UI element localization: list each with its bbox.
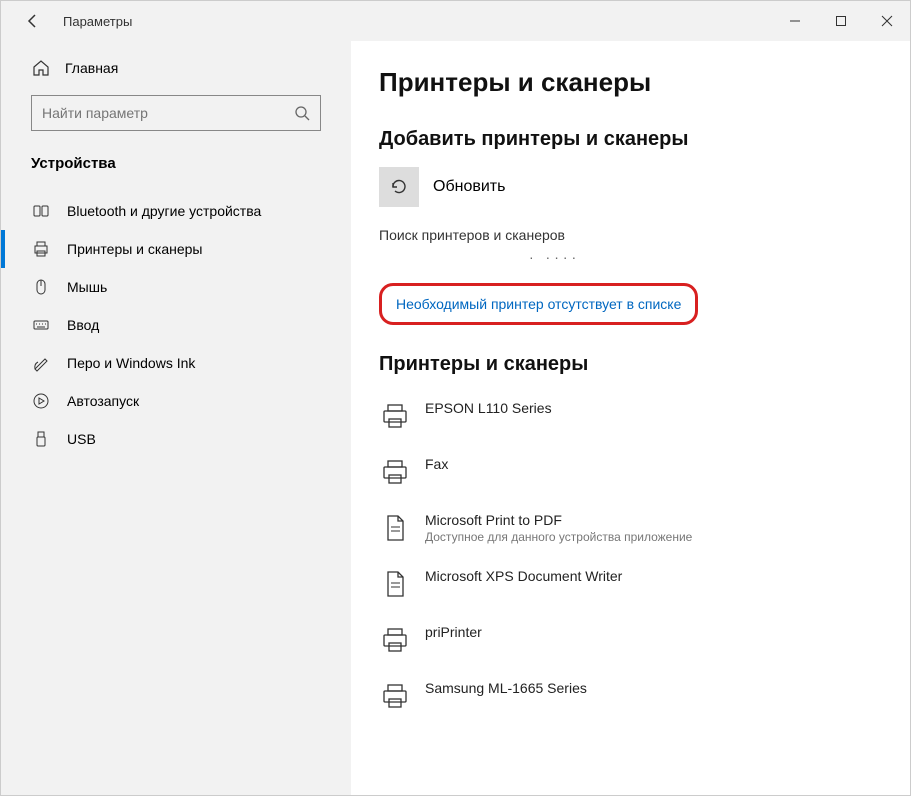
sidebar-item-printers[interactable]: Принтеры и сканеры (31, 230, 321, 268)
add-section-title: Добавить принтеры и сканеры (379, 128, 910, 151)
search-input[interactable] (42, 105, 294, 121)
refresh-button[interactable] (379, 167, 419, 207)
printer-item[interactable]: priPrinter (379, 616, 910, 672)
document-icon (379, 568, 411, 600)
sidebar-item-usb[interactable]: USB (31, 420, 321, 458)
pen-icon (31, 354, 51, 372)
page-title: Принтеры и сканеры (379, 67, 910, 98)
printer-device-icon (379, 456, 411, 488)
refresh-label: Обновить (433, 178, 505, 196)
titlebar: Параметры (1, 1, 910, 41)
sidebar: Главная Устройства Bluetooth и другие ус… (1, 41, 351, 795)
printer-item[interactable]: Microsoft Print to PDF Доступное для данн… (379, 504, 910, 560)
sidebar-item-label: Перо и Windows Ink (67, 355, 195, 371)
printer-not-listed-link[interactable]: Необходимый принтер отсутствует в списке (379, 283, 698, 325)
main-content: Принтеры и сканеры Добавить принтеры и с… (351, 41, 910, 795)
sidebar-item-label: USB (67, 431, 96, 447)
printer-subtitle: Доступное для данного устройства приложе… (425, 530, 692, 544)
printer-item[interactable]: Samsung ML-1665 Series (379, 672, 910, 728)
progress-dots: · ···· (529, 249, 910, 265)
autoplay-icon (31, 392, 51, 410)
list-section-title: Принтеры и сканеры (379, 353, 910, 376)
bluetooth-icon (31, 202, 51, 220)
printer-name: Microsoft Print to PDF (425, 512, 692, 528)
printer-device-icon (379, 680, 411, 712)
window-title: Параметры (63, 14, 132, 29)
sidebar-item-autoplay[interactable]: Автозапуск (31, 382, 321, 420)
home-link[interactable]: Главная (31, 59, 321, 77)
sidebar-item-label: Автозапуск (67, 393, 139, 409)
sidebar-category: Устройства (31, 155, 321, 172)
sidebar-item-bluetooth[interactable]: Bluetooth и другие устройства (31, 192, 321, 230)
printer-name: Samsung ML-1665 Series (425, 680, 587, 696)
printer-icon (31, 240, 51, 258)
close-button[interactable] (864, 1, 910, 41)
printer-name: Microsoft XPS Document Writer (425, 568, 622, 584)
refresh-icon (388, 176, 410, 198)
printer-item[interactable]: Microsoft XPS Document Writer (379, 560, 910, 616)
document-icon (379, 512, 411, 544)
minimize-button[interactable] (772, 1, 818, 41)
home-label: Главная (65, 60, 118, 76)
body: Главная Устройства Bluetooth и другие ус… (1, 41, 910, 795)
home-icon (31, 59, 51, 77)
sidebar-item-label: Мышь (67, 279, 107, 295)
mouse-icon (31, 278, 51, 296)
usb-icon (31, 430, 51, 448)
printer-device-icon (379, 400, 411, 432)
keyboard-icon (31, 316, 51, 334)
sidebar-item-pen[interactable]: Перо и Windows Ink (31, 344, 321, 382)
maximize-button[interactable] (818, 1, 864, 41)
sidebar-item-typing[interactable]: Ввод (31, 306, 321, 344)
back-button[interactable] (21, 9, 45, 33)
search-box[interactable] (31, 95, 321, 131)
sidebar-item-label: Bluetooth и другие устройства (67, 203, 261, 219)
sidebar-item-label: Ввод (67, 317, 99, 333)
sidebar-item-label: Принтеры и сканеры (67, 241, 202, 257)
printer-name: EPSON L110 Series (425, 400, 552, 416)
sidebar-item-mouse[interactable]: Мышь (31, 268, 321, 306)
refresh-row[interactable]: Обновить (379, 167, 910, 207)
searching-status: Поиск принтеров и сканеров (379, 227, 910, 243)
printer-name: priPrinter (425, 624, 482, 640)
printer-name: Fax (425, 456, 448, 472)
printer-item[interactable]: Fax (379, 448, 910, 504)
search-icon (294, 105, 310, 121)
printer-device-icon (379, 624, 411, 656)
window-controls (772, 1, 910, 41)
printer-item[interactable]: EPSON L110 Series (379, 392, 910, 448)
settings-window: Параметры Главная Устройства (0, 0, 911, 796)
